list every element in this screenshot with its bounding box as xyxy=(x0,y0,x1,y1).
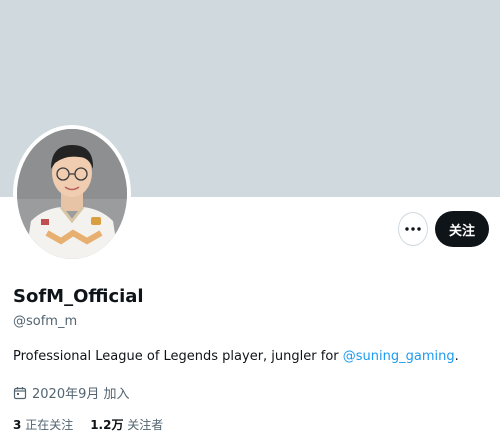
follow-button-label: 关注 xyxy=(448,223,475,239)
bio-text: Professional League of Legends player, j… xyxy=(13,349,343,364)
followers-count: 1.2万 xyxy=(90,418,124,432)
joined-text: 2020年9月 加入 xyxy=(32,387,130,402)
profile-bio: Professional League of Legends player, j… xyxy=(13,349,459,364)
joined-date: 2020年9月 加入 xyxy=(13,383,130,402)
more-options-button[interactable] xyxy=(398,212,428,246)
avatar[interactable] xyxy=(13,125,131,263)
following-count: 3 xyxy=(13,418,22,432)
profile-page: 关注 SofM_Official @sofm_m Professional Le… xyxy=(0,0,500,440)
more-horizontal-icon xyxy=(405,227,421,231)
avatar-photo xyxy=(17,129,127,259)
display-name: SofM_Official xyxy=(13,286,144,307)
followers-link[interactable]: 1.2万 关注者 xyxy=(90,416,163,433)
follow-button[interactable]: 关注 xyxy=(435,211,489,247)
follow-stats: 3 正在关注 1.2万 关注者 xyxy=(13,416,180,433)
calendar-icon xyxy=(13,386,27,399)
following-label: 正在关注 xyxy=(25,418,74,432)
bio-end: . xyxy=(454,349,459,364)
user-handle: @sofm_m xyxy=(13,314,78,329)
following-link[interactable]: 3 正在关注 xyxy=(13,416,73,433)
bio-mention-link[interactable]: @suning_gaming xyxy=(343,349,455,364)
followers-label: 关注者 xyxy=(127,418,164,432)
